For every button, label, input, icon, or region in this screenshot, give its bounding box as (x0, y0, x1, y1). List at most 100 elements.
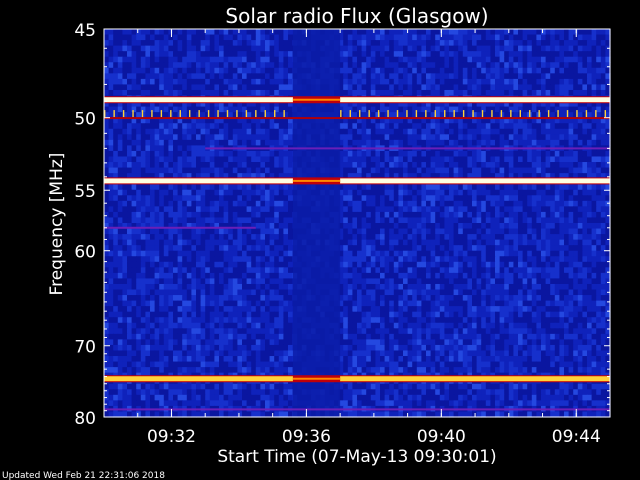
spectrogram-cell (545, 217, 551, 224)
spectrogram-cell (343, 195, 349, 202)
spectrogram-cell (527, 78, 533, 86)
spectrogram-cell (223, 234, 229, 241)
spectrogram-cell (499, 162, 505, 169)
spectrogram-cell (536, 184, 542, 191)
spectrogram-cell (545, 239, 551, 246)
spectrogram-cell (127, 134, 133, 141)
spectrogram-cell (591, 156, 597, 163)
spectrogram-cell (554, 234, 560, 241)
spectrogram-cell (430, 217, 436, 224)
spectrogram-cell (255, 278, 261, 285)
spectrogram-cell (205, 272, 211, 280)
spectrogram-cell (541, 211, 547, 219)
spectrogram-cell (513, 200, 519, 207)
spectrogram-cell (200, 78, 206, 86)
spectrogram-cell (232, 34, 238, 41)
spectrogram-cell (444, 256, 450, 263)
spectrogram-cell (274, 223, 280, 230)
spectrogram-cell (265, 128, 271, 135)
spectrogram-cell (384, 156, 390, 163)
spectrogram-cell (191, 134, 197, 141)
spectrogram-cell (117, 84, 123, 91)
spectrogram-cell (242, 239, 248, 246)
spectrogram-cell (173, 40, 179, 47)
spectrogram-cell (209, 67, 215, 74)
spectrogram-cell (462, 73, 468, 80)
spectrogram-cell (370, 89, 376, 97)
spectrogram-cell (228, 45, 234, 52)
spectrogram-cell (200, 228, 206, 235)
spectrogram-cell (232, 256, 238, 263)
spectrogram-cell (481, 256, 487, 263)
spectrogram-cell (200, 234, 206, 241)
spectrogram-cell (490, 150, 496, 158)
spectrogram-cell (274, 195, 280, 202)
spectrogram-cell (591, 234, 597, 241)
spectrogram-cell (186, 67, 192, 74)
spectrogram-cell (485, 84, 491, 91)
spectrogram-cell (173, 245, 179, 252)
spectrogram-cell (398, 223, 404, 230)
spectrogram-cell (568, 250, 574, 257)
spectrogram-cell (577, 206, 583, 213)
spectrogram-cell (458, 239, 464, 246)
spectrogram-cell (504, 156, 510, 163)
spectrogram-cell (140, 250, 146, 257)
spectrogram-cell (426, 239, 432, 246)
spectrogram-cell (150, 206, 156, 213)
spectrogram-cell (490, 123, 496, 130)
spectrogram-cell (242, 29, 248, 36)
spectrogram-cell (476, 128, 482, 135)
spectrogram-cell (513, 78, 519, 86)
spectrogram-cell (104, 134, 110, 141)
spectrogram-cell (191, 51, 197, 58)
spectrogram-cell (453, 189, 459, 196)
spectrogram-cell (499, 239, 505, 246)
spectrogram-cell (435, 189, 441, 196)
spectrogram-cell (554, 228, 560, 235)
spectrogram-cell (384, 200, 390, 207)
spectrogram-cell (122, 128, 128, 135)
spectrogram-cell (508, 84, 514, 91)
spectrogram-cell (582, 167, 588, 174)
spectrogram-cell (550, 239, 556, 246)
spectrogram-cell (476, 234, 482, 241)
spectrogram-cell (228, 56, 234, 63)
spectrogram-cell (251, 51, 257, 58)
spectrogram-cell (513, 184, 519, 191)
spectrogram-cell (209, 228, 215, 235)
spectrogram-cell (205, 156, 211, 163)
spectrogram-cell (559, 84, 565, 91)
spectrogram-cell (131, 217, 137, 224)
spectrogram-cell (265, 134, 271, 141)
spectrogram-cell (476, 195, 482, 202)
spectrogram-cell (127, 67, 133, 74)
spectrogram-cell (550, 211, 556, 219)
spectrogram-cell (136, 250, 142, 257)
spectrogram-cell (154, 67, 160, 74)
spectrogram-cell (255, 267, 261, 274)
spectrogram-cell (587, 51, 593, 58)
spectrogram-cell (274, 200, 280, 207)
spectrogram-cell (117, 256, 123, 263)
spectrogram-cell (163, 123, 169, 130)
spectrogram-cell (403, 89, 409, 97)
spectrogram-cell (462, 78, 468, 86)
spectrogram-cell (108, 150, 114, 158)
spectrogram-cell (582, 34, 588, 41)
spectrogram-cell (462, 239, 468, 246)
spectrogram-cell (366, 223, 372, 230)
spectrogram-cell (430, 29, 436, 36)
spectrogram-cell (209, 189, 215, 196)
spectrogram-cell (596, 84, 602, 91)
spectrogram-cell (361, 234, 367, 241)
spectrogram-cell (426, 167, 432, 174)
spectrogram-cell (430, 184, 436, 191)
spectrogram-cell (416, 200, 422, 207)
spectrogram-cell (127, 78, 133, 86)
spectrogram-cell (108, 51, 114, 58)
spectrogram-cell (127, 56, 133, 63)
spectrogram-cell (407, 34, 413, 41)
spectrogram-cell (559, 167, 565, 174)
spectrogram-cell (209, 278, 215, 285)
